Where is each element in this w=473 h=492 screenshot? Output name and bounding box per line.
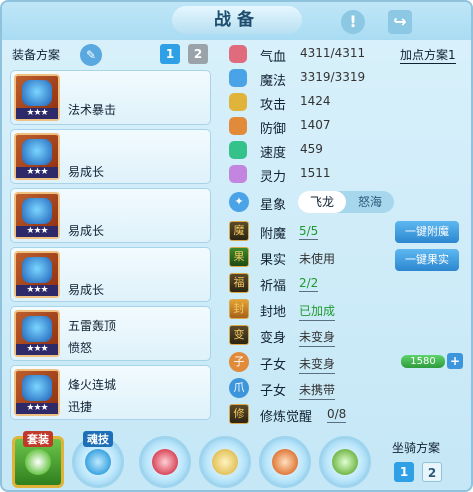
enchant-icon: 魔 <box>229 221 249 241</box>
equip-6-skill: 烽火连城 <box>68 378 117 392</box>
equip-plan-label: 装备方案 <box>12 48 61 62</box>
one-click-fruit-button[interactable]: 一键果实 <box>395 249 459 271</box>
stat-row-defense: 防御 1407 <box>224 114 404 138</box>
equip-4-affix: 易成长 <box>68 283 105 297</box>
equip-2-affix: 易成长 <box>68 165 105 179</box>
stat-row-speed: 速度 459 <box>224 138 404 162</box>
constellation-option-1[interactable]: 飞龙 <box>298 191 346 213</box>
mount-plan-label: 坐骑方案 <box>392 441 441 455</box>
bottom-slot-3[interactable] <box>139 436 191 488</box>
title-bar: 战备 ! ↪ <box>2 2 471 40</box>
equip-slot-4[interactable]: ★★★ 易成长 <box>10 247 211 302</box>
equip-slot-1[interactable]: ★★★ 法术暴击 <box>10 70 211 125</box>
equip-slot-6[interactable]: ★★★ 烽火连城 迅捷 <box>10 365 211 420</box>
child-exp-bar: 1580 <box>401 355 445 368</box>
spirit-icon <box>229 165 247 183</box>
mount-plan-tab-1[interactable]: 1 <box>394 462 414 482</box>
equip-slot-3[interactable]: ★★★ 易成长 <box>10 188 211 243</box>
edit-pencil-icon[interactable]: ✎ <box>80 44 102 66</box>
equip-5-skill: 五雷轰顶 <box>68 319 117 333</box>
stat-row-attack: 攻击 1424 <box>224 90 404 114</box>
pray-icon: 福 <box>229 273 249 293</box>
bottom-slot-5[interactable] <box>259 436 311 488</box>
add-child-button[interactable]: + <box>447 353 463 369</box>
fief-icon: 封 <box>229 299 249 319</box>
cultivate-icon: 修 <box>229 404 249 424</box>
bottom-slot-6[interactable] <box>319 436 371 488</box>
sword-icon <box>229 93 247 111</box>
exclamation-icon[interactable]: ! <box>341 10 365 34</box>
share-icon[interactable]: ↪ <box>388 10 412 34</box>
equip-slot-2[interactable]: ★★★ 易成长 <box>10 129 211 184</box>
add-points-plan-link[interactable]: 加点方案1 <box>400 46 456 64</box>
constellation-label: 星象 <box>260 198 287 213</box>
equip-3-icon: ★★★ <box>14 192 60 239</box>
equip-6-icon: ★★★ <box>14 369 60 416</box>
paw-icon: 爪 <box>229 378 249 398</box>
battle-prep-panel: 战备 ! ↪ 装备方案 ✎ 1 2 ★★★ 法术暴击 ★★★ 易成长 ★★★ 易… <box>0 0 473 492</box>
equip-plan-tab-1[interactable]: 1 <box>160 44 180 64</box>
stat-row-mp: 魔法 3319/3319 <box>224 66 404 90</box>
heart-icon <box>229 45 247 63</box>
bottom-slot-suit[interactable]: 套装 <box>12 431 64 488</box>
constellation-toggle[interactable]: 飞龙 怒海 <box>298 191 394 213</box>
bottom-slot-4[interactable] <box>199 436 251 488</box>
equip-1-icon: ★★★ <box>14 74 60 121</box>
skill-label: 魂技 <box>83 431 113 447</box>
transform-icon: 变 <box>229 325 249 345</box>
star-icon: ✦ <box>229 192 249 212</box>
page-title: 战备 <box>172 6 302 34</box>
suit-label: 套装 <box>23 431 53 447</box>
fruit-icon: 果 <box>229 247 249 267</box>
diamond-icon <box>229 69 247 87</box>
stat-row-spirit: 灵力 1511 <box>224 162 404 186</box>
equip-3-affix: 易成长 <box>68 224 105 238</box>
stat-row-hp: 气血 4311/4311 <box>224 42 404 66</box>
speed-icon <box>229 141 247 159</box>
mount-plan-tab-2[interactable]: 2 <box>422 462 442 482</box>
equip-5-icon: ★★★ <box>14 310 60 357</box>
shield-icon <box>229 117 247 135</box>
constellation-option-2[interactable]: 怒海 <box>346 191 394 213</box>
one-click-enchant-button[interactable]: 一键附魔 <box>395 221 459 243</box>
equip-6-affix: 迅捷 <box>68 400 93 414</box>
bottom-slot-skill[interactable]: 魂技 <box>72 431 124 488</box>
equip-plan-header: 装备方案 ✎ 1 2 <box>8 44 213 66</box>
equip-plan-tab-2[interactable]: 2 <box>188 44 208 64</box>
equip-5-affix: 愤怒 <box>68 341 93 355</box>
equip-2-icon: ★★★ <box>14 133 60 180</box>
child-icon: 子 <box>229 352 249 372</box>
equip-4-icon: ★★★ <box>14 251 60 298</box>
equip-1-affix: 法术暴击 <box>68 103 117 117</box>
equip-slot-5[interactable]: ★★★ 五雷轰顶 愤怒 <box>10 306 211 361</box>
